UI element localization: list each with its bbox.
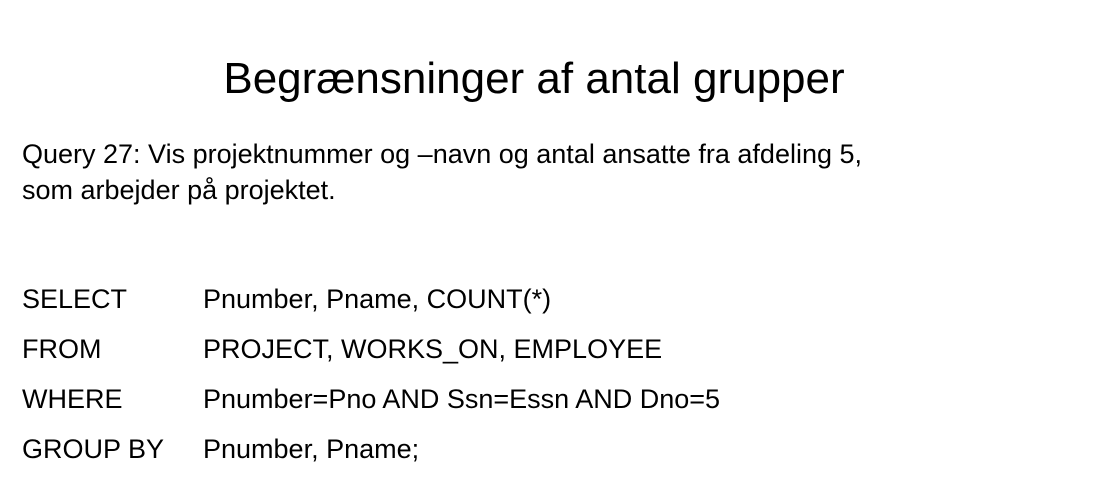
sql-keyword: WHERE [22, 383, 123, 414]
slide: Begrænsninger af antal grupper Query 27:… [0, 0, 1098, 484]
sql-clause: Pnumber, Pname, COUNT(*) [203, 283, 552, 314]
sql-clause: Pnumber, Pname; [203, 433, 420, 464]
sql-clause: Pnumber=Pno AND Ssn=Essn AND Dno=5 [203, 383, 721, 414]
sql-keyword: SELECT [22, 283, 128, 314]
sql-where-row: WHERE Pnumber=Pno AND Ssn=Essn AND Dno=5 [22, 374, 720, 424]
query-description: Query 27: Vis projektnummer og –navn og … [22, 136, 1072, 208]
query-description-line: som arbejder på projektet. [22, 175, 336, 205]
sql-group-by-row: GROUP BY Pnumber, Pname; [22, 424, 720, 474]
sql-keyword: FROM [22, 333, 102, 364]
sql-from-row: FROM PROJECT, WORKS_ON, EMPLOYEE [22, 324, 720, 374]
slide-title: Begrænsninger af antal grupper [223, 54, 845, 104]
sql-query: SELECT Pnumber, Pname, COUNT(*) FROM PRO… [22, 274, 720, 474]
query-description-line: Query 27: Vis projektnummer og –navn og … [22, 139, 863, 169]
sql-keyword: GROUP BY [22, 433, 165, 464]
sql-clause: PROJECT, WORKS_ON, EMPLOYEE [203, 333, 663, 364]
sql-select-row: SELECT Pnumber, Pname, COUNT(*) [22, 274, 720, 324]
